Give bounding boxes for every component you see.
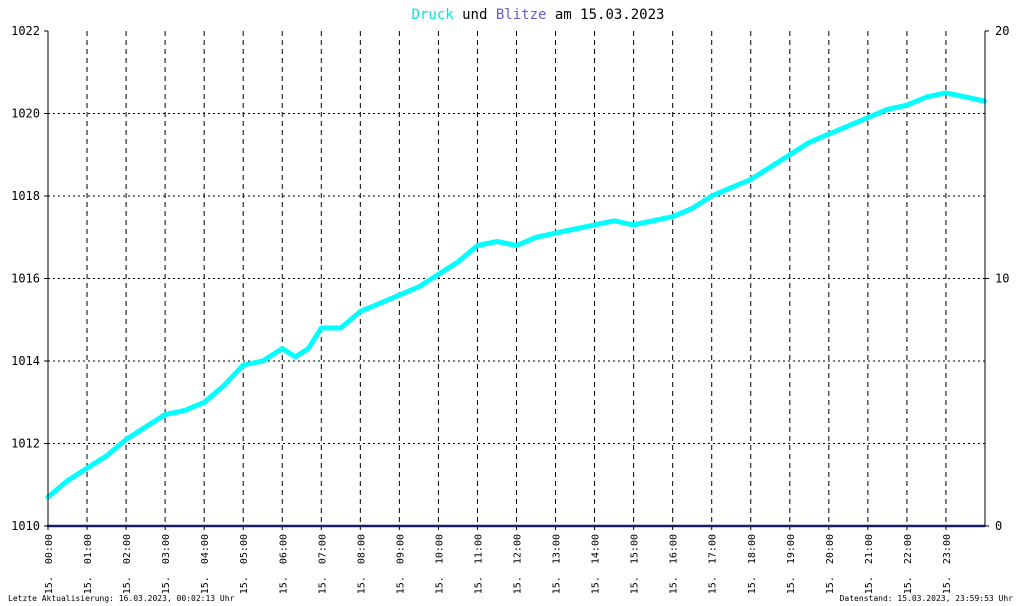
right-y-axis: 0 10 20 (985, 24, 1009, 533)
left-tick-label-4: 1018 (11, 189, 40, 203)
right-tick-label-0: 0 (995, 519, 1002, 533)
x-tick-label-3: 15. 03:00 (161, 534, 172, 594)
x-tick-label-7: 15. 07:00 (317, 534, 328, 594)
x-tick-label-4: 15. 04:00 (200, 534, 211, 594)
x-tick-label-16: 15. 16:00 (669, 534, 680, 594)
title-part-3: am 15.03.2023 (546, 7, 664, 23)
left-tick-label-1: 1012 (11, 437, 40, 451)
x-tick-label-12: 15. 12:00 (513, 534, 524, 594)
x-tick-label-17: 15. 17:00 (708, 534, 719, 594)
x-tick-label-5: 15. 05:00 (239, 534, 250, 594)
left-tick-label-3: 1016 (11, 272, 40, 286)
x-tick-label-22: 15. 22:00 (903, 534, 914, 594)
left-y-axis: 1010 1012 1014 1016 1018 1020 1022 (11, 24, 48, 533)
x-tick-label-15: 15. 15:00 (630, 534, 641, 594)
x-tick-label-8: 15. 08:00 (356, 534, 367, 594)
x-axis: 15. 00:00 15. 01:00 15. 02:00 15. 03:00 15. … (44, 526, 953, 594)
grid (48, 31, 985, 526)
left-tick-label-0: 1010 (11, 519, 40, 533)
x-tick-label-14: 15. 14:00 (591, 534, 602, 594)
title-part-1: und (454, 7, 496, 23)
pressure-lightning-chart: Druck und Blitze am 15.03.2023 101010121… (8, 7, 1014, 603)
footer-left: Letzte Aktualisierung: 16.03.2023, 00:02… (8, 594, 235, 603)
x-tick-label-2: 15. 02:00 (122, 534, 133, 594)
x-tick-label-0: 15. 00:00 (44, 534, 55, 594)
x-tick-label-21: 15. 21:00 (864, 534, 875, 594)
title-part-2: Blitze (496, 7, 547, 23)
left-tick-label-6: 1022 (11, 24, 40, 38)
footer-right: Datenstand: 15.03.2023, 23:59:53 Uhr (840, 594, 1014, 603)
title-part-0: Druck (412, 7, 455, 23)
x-tick-label-19: 15. 19:00 (786, 534, 797, 594)
x-tick-label-23: 15. 23:00 (942, 534, 953, 594)
x-tick-label-11: 15. 11:00 (473, 534, 484, 594)
x-tick-label-10: 15. 10:00 (434, 534, 445, 594)
right-tick-label-1: 10 (995, 272, 1009, 286)
x-tick-label-9: 15. 09:00 (395, 534, 406, 594)
x-tick-label-20: 15. 20:00 (825, 534, 836, 594)
chart-title: Druck und Blitze am 15.03.2023 (412, 7, 665, 23)
x-tick-label-1: 15. 01:00 (83, 534, 94, 594)
right-tick-label-2: 20 (995, 24, 1009, 38)
left-tick-label-2: 1014 (11, 354, 40, 368)
x-tick-label-13: 15. 13:00 (552, 534, 563, 594)
x-tick-label-6: 15. 06:00 (278, 534, 289, 594)
left-tick-label-5: 1020 (11, 107, 40, 121)
x-tick-label-18: 15. 18:00 (747, 534, 758, 594)
